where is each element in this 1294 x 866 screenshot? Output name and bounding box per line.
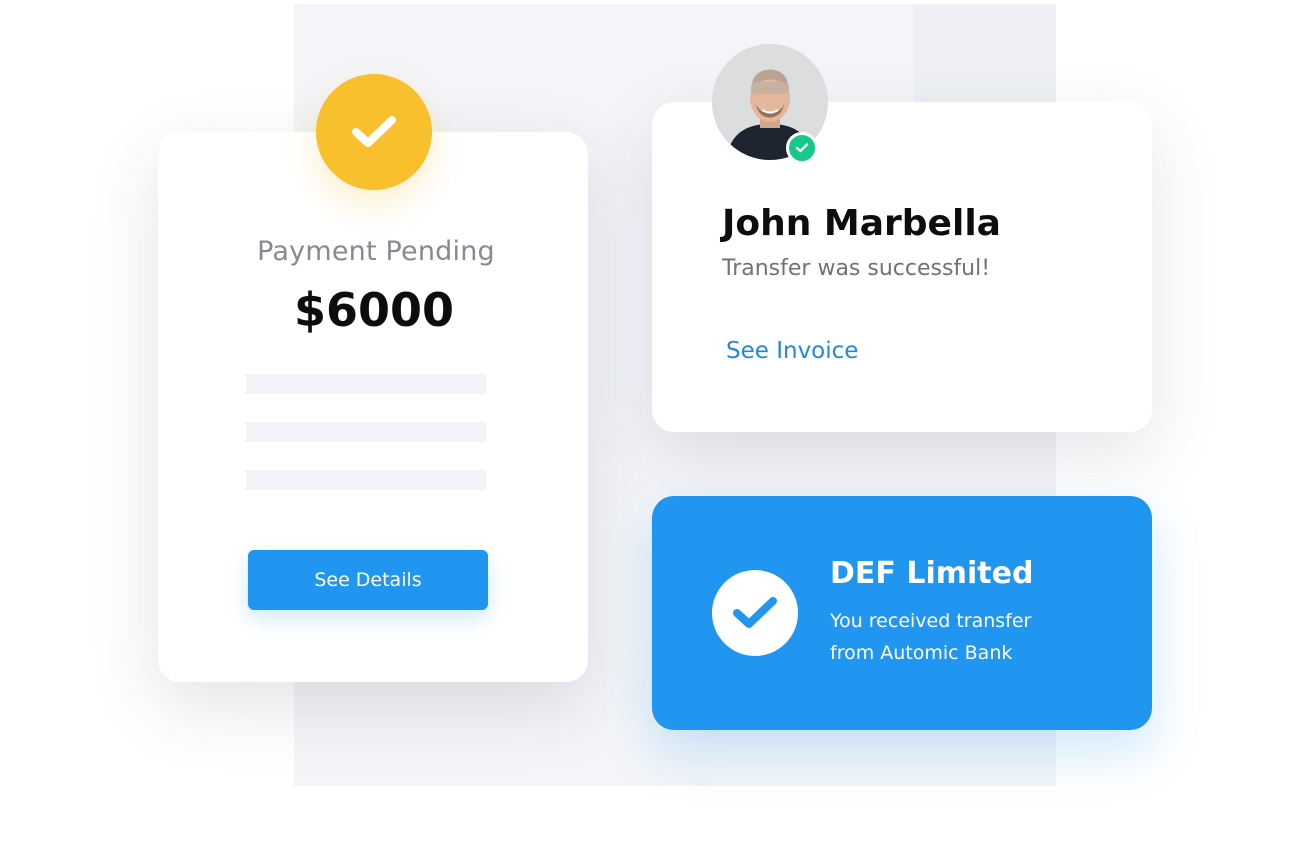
payment-amount: $6000 — [293, 283, 455, 337]
placeholder-line — [246, 470, 486, 490]
placeholder-line — [246, 374, 486, 394]
see-invoice-link[interactable]: See Invoice — [726, 338, 858, 364]
check-icon — [352, 116, 396, 147]
see-details-button[interactable]: See Details — [248, 550, 488, 610]
verified-badge — [786, 132, 818, 164]
received-check-icon — [712, 570, 798, 656]
placeholder-line — [246, 422, 486, 442]
stage: Payment Pending $6000 See Details John M… — [0, 0, 1294, 866]
check-icon — [733, 597, 777, 628]
notification-message-line: from Automic Bank — [830, 642, 1013, 664]
backdrop-strip — [914, 4, 1056, 102]
company-name: DEF Limited — [830, 556, 1034, 591]
person-name: John Marbella — [722, 203, 1001, 244]
notification-message-line: You received transfer — [830, 610, 1032, 632]
pending-check-icon — [316, 74, 432, 190]
payment-status-title: Payment Pending — [257, 236, 495, 267]
transfer-status-message: Transfer was successful! — [722, 256, 991, 281]
check-icon — [795, 143, 809, 153]
